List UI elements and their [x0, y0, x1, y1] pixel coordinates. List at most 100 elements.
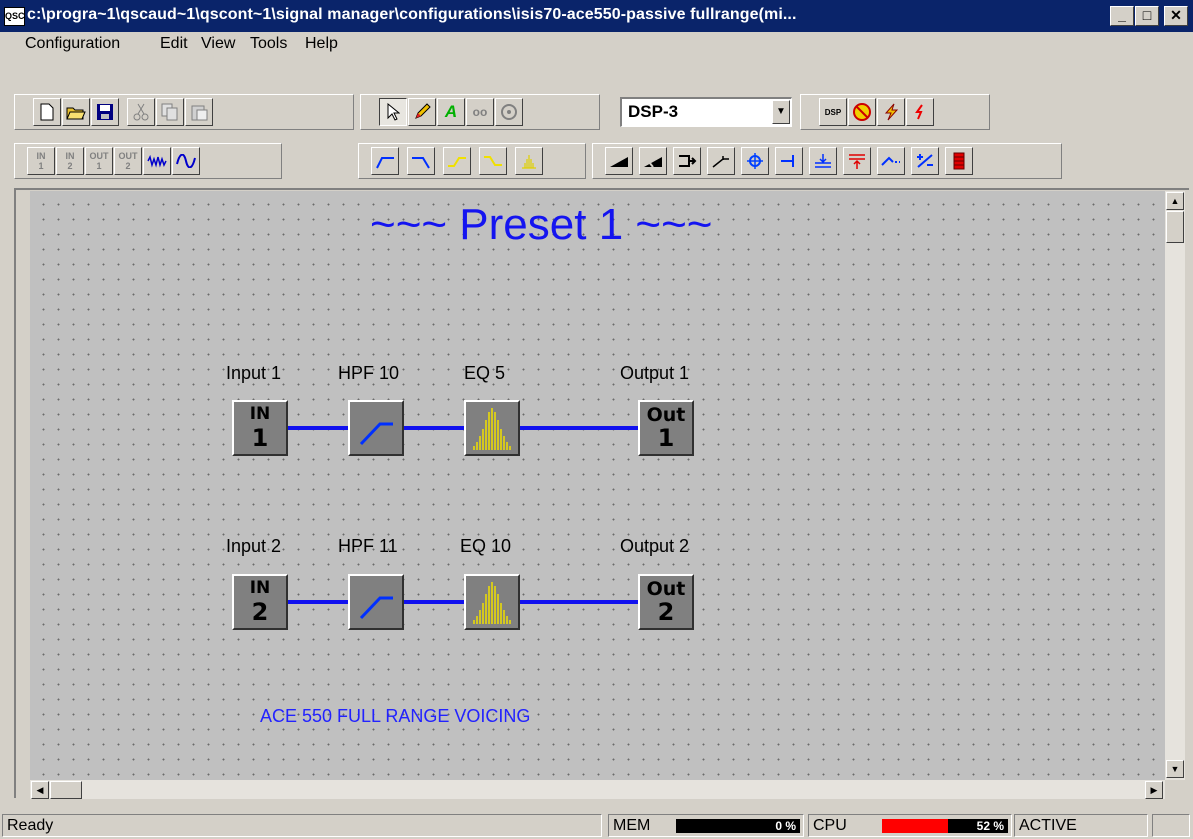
eq-5-block[interactable]	[464, 400, 520, 456]
window-title: c:\progra~1\qscaud~1\qscont~1\signal man…	[27, 6, 797, 23]
input-1-label: Input 1	[226, 363, 282, 383]
preset-title[interactable]: ~~~ Preset 1 ~~~	[370, 200, 712, 250]
cpu-meter-fill	[882, 819, 948, 833]
delay-button[interactable]	[741, 147, 769, 175]
limiter-button[interactable]	[809, 147, 837, 175]
vertical-scrollbar[interactable]: ▲ ▼	[1165, 191, 1185, 780]
output-1-label: Output 1	[620, 363, 690, 383]
gain-with-mute-button[interactable]	[639, 147, 667, 175]
menu-edit[interactable]: Edit	[160, 35, 188, 53]
compressor-button[interactable]	[707, 147, 735, 175]
vertical-scroll-thumb[interactable]	[1166, 211, 1184, 243]
open-folder-icon	[66, 107, 86, 120]
high-pass-icon	[376, 157, 394, 169]
parametric-eq-button[interactable]	[515, 147, 543, 175]
hpf-10-block[interactable]	[348, 400, 404, 456]
disconnect-button[interactable]	[906, 98, 934, 126]
new-file-button[interactable]	[33, 98, 61, 126]
cpu-meter: 52 %	[882, 819, 1008, 833]
copy-button[interactable]	[156, 98, 184, 126]
minimize-button[interactable]: _	[1110, 6, 1134, 26]
eq-10-block[interactable]	[464, 574, 520, 630]
hpf-11-block[interactable]	[348, 574, 404, 630]
hpf-10-label: HPF 10	[338, 363, 400, 383]
splitter-button[interactable]	[775, 147, 803, 175]
horizontal-scrollbar[interactable]: ◀ ▶	[30, 780, 1165, 799]
input-1-block[interactable]: IN 1	[232, 400, 288, 456]
mem-value: 0 %	[775, 819, 796, 833]
cpu-label: CPU	[813, 817, 847, 834]
menu-tools[interactable]: Tools	[250, 35, 287, 53]
eq-bell-icon	[473, 408, 511, 450]
extra-panel	[1152, 814, 1190, 837]
output-2-block[interactable]: Out 2	[638, 574, 694, 630]
qsc-app-icon[interactable]: QSC	[4, 7, 25, 26]
dsp-select[interactable]: DSP-3 ▼	[620, 97, 792, 127]
draw-wire-button[interactable]	[408, 98, 436, 126]
high-pass-icon	[359, 422, 393, 446]
wire-hpf11-eq10[interactable]	[404, 600, 466, 604]
router-icon	[679, 155, 697, 167]
wire-input2-hpf11[interactable]	[288, 600, 350, 604]
link-tool-button[interactable]: oo	[466, 98, 494, 126]
dynamics-toolbar	[592, 143, 1062, 179]
output-2-block-button[interactable]: OUT 2	[114, 147, 142, 175]
menu-view[interactable]: View	[201, 35, 235, 53]
pencil-icon	[415, 103, 431, 119]
dsp-send-button[interactable]: DSP	[819, 98, 847, 126]
gain-mute-icon	[644, 157, 662, 168]
scroll-left-button[interactable]: ◀	[31, 781, 49, 799]
wire-eq5-output1[interactable]	[520, 426, 640, 430]
sine-wave-icon	[176, 154, 196, 168]
router-button[interactable]	[673, 147, 701, 175]
scroll-right-button[interactable]: ▶	[1145, 781, 1163, 799]
open-file-button[interactable]	[62, 98, 90, 126]
high-pass-icon	[359, 596, 393, 620]
low-pass-filter-button[interactable]	[407, 147, 435, 175]
ducker-button[interactable]	[877, 147, 905, 175]
cut-button[interactable]	[127, 98, 155, 126]
scroll-down-button[interactable]: ▼	[1166, 760, 1184, 778]
wire-input1-hpf10[interactable]	[288, 426, 350, 430]
paste-button[interactable]	[185, 98, 213, 126]
canvas-note[interactable]: ACE 550 FULL RANGE VOICING	[260, 706, 530, 727]
horizontal-scroll-thumb[interactable]	[50, 781, 82, 799]
low-shelf-button[interactable]	[479, 147, 507, 175]
wire-hpf10-eq5[interactable]	[404, 426, 466, 430]
eq-bell-icon	[473, 582, 511, 624]
chevron-down-icon[interactable]: ▼	[772, 100, 790, 124]
output-2-label: Output 2	[620, 536, 690, 556]
title-bar[interactable]: QSC c:\progra~1\qscaud~1\qscont~1\signal…	[0, 0, 1193, 32]
hpf-11-label: HPF 11	[338, 536, 398, 556]
output-1-block-button[interactable]: OUT 1	[85, 147, 113, 175]
gate-button[interactable]	[843, 147, 871, 175]
scroll-up-button[interactable]: ▲	[1166, 192, 1184, 210]
high-shelf-button[interactable]	[443, 147, 471, 175]
low-pass-icon	[412, 157, 430, 169]
input-1-block-button[interactable]: IN 1	[27, 147, 55, 175]
select-tool-button[interactable]	[379, 98, 407, 126]
menu-configuration[interactable]: Configuration	[25, 35, 120, 53]
wire-eq10-output2[interactable]	[520, 600, 640, 604]
save-button[interactable]	[91, 98, 119, 126]
input-2-label: Input 2	[226, 536, 282, 556]
text-tool-button[interactable]: A	[437, 98, 465, 126]
disabled-tool-button[interactable]	[495, 98, 523, 126]
close-button[interactable]: ✕	[1164, 6, 1188, 26]
maximize-button[interactable]: □	[1135, 6, 1159, 26]
connect-button[interactable]	[877, 98, 905, 126]
meter-button[interactable]	[945, 147, 973, 175]
crosshair-icon	[747, 153, 763, 169]
cut-icon	[133, 103, 149, 121]
gain-button[interactable]	[605, 147, 633, 175]
noise-generator-button[interactable]	[143, 147, 171, 175]
sine-generator-button[interactable]	[172, 147, 200, 175]
output-1-block[interactable]: Out 1	[638, 400, 694, 456]
high-pass-filter-button[interactable]	[371, 147, 399, 175]
input-2-block[interactable]: IN 2	[232, 574, 288, 630]
input-2-block-button[interactable]: IN 2	[56, 147, 84, 175]
menu-help[interactable]: Help	[305, 35, 338, 53]
polarity-button[interactable]	[911, 147, 939, 175]
signal-flow-canvas[interactable]	[30, 191, 1165, 780]
mute-button[interactable]	[848, 98, 876, 126]
